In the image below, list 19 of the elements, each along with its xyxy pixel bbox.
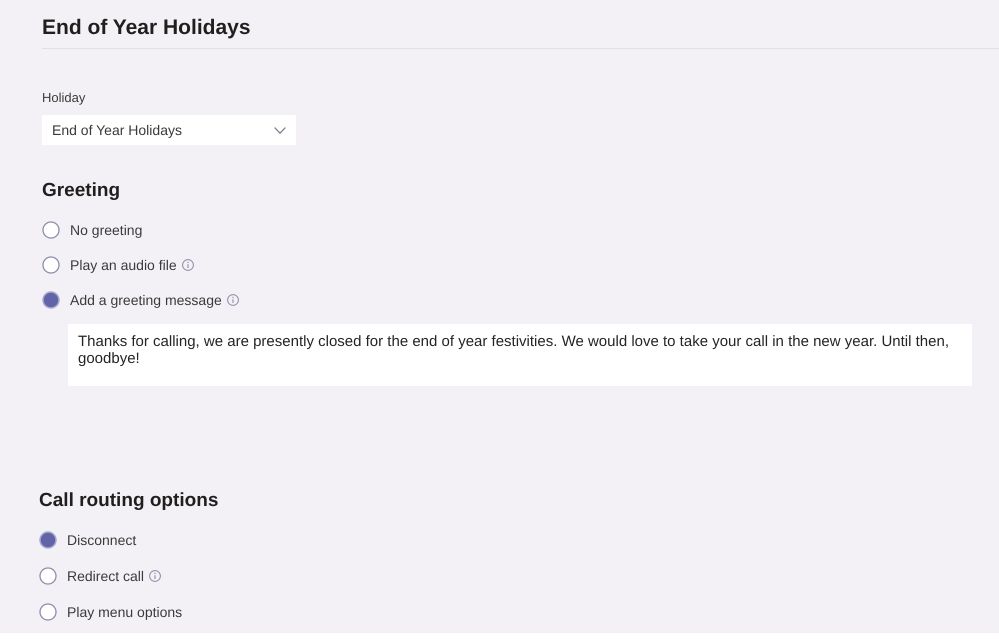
section-heading: Call routing options bbox=[39, 489, 220, 513]
radio-button[interactable] bbox=[42, 221, 60, 239]
radio-button[interactable] bbox=[42, 256, 60, 274]
option-label[interactable]: Add a greeting message bbox=[70, 290, 222, 310]
holiday-dropdown[interactable]: End of Year Holidays bbox=[42, 115, 296, 145]
holiday-label: Holiday bbox=[42, 89, 86, 107]
radio-button[interactable] bbox=[39, 567, 57, 585]
radio-button[interactable] bbox=[39, 531, 57, 549]
option-label[interactable]: Play menu options bbox=[67, 602, 182, 622]
option-label[interactable]: Disconnect bbox=[67, 530, 136, 550]
option-label[interactable]: Redirect call bbox=[67, 566, 144, 586]
section-heading: Greeting bbox=[42, 179, 122, 203]
option-label[interactable]: No greeting bbox=[70, 220, 142, 240]
option-label[interactable]: Play an audio file bbox=[70, 255, 177, 275]
page-title: End of Year Holidays bbox=[42, 14, 999, 49]
chevron-down-icon bbox=[274, 126, 286, 134]
radio-button[interactable] bbox=[42, 291, 60, 309]
greeting-message-field[interactable]: Thanks for calling, we are presently closed for the end of year festivities. We would love to take your call in the new year. Until then, goodbye! bbox=[68, 324, 972, 386]
radio-button[interactable] bbox=[39, 603, 57, 621]
